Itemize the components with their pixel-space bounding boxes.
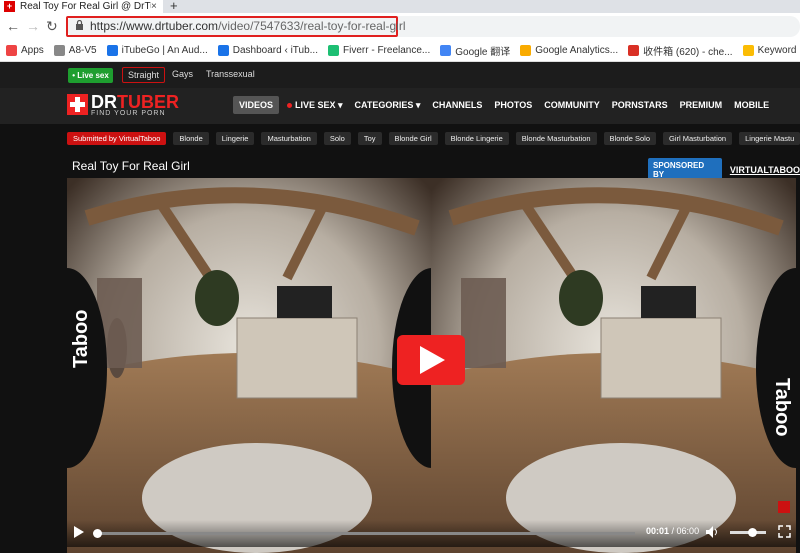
bookmark-label: Google Analytics... <box>535 45 619 56</box>
bookmark-item[interactable]: Dashboard ‹ iTub... <box>217 45 318 56</box>
category-tag[interactable]: Toy <box>357 132 382 145</box>
category-transsexual[interactable]: Transsexual <box>206 69 255 79</box>
bookmark-label: Keyword Planner... <box>757 45 800 56</box>
main-nav: VIDEOS LIVE SEX ▾ CATEGORIES ▾ CHANNELS … <box>233 96 781 114</box>
new-tab-button[interactable]: + <box>170 0 178 13</box>
back-icon[interactable]: ← <box>6 18 20 34</box>
category-tag[interactable]: Blonde Solo <box>603 132 656 145</box>
category-tag[interactable]: Lingerie Mastu <box>739 132 800 145</box>
lock-icon <box>76 20 83 30</box>
nav-live-sex[interactable]: LIVE SEX ▾ <box>287 100 343 111</box>
submitted-by-tag[interactable]: Submitted by VirtualTaboo <box>67 132 167 145</box>
logo-tuber: TUBER <box>117 92 179 112</box>
video-title: Real Toy For Real Girl <box>72 159 190 173</box>
live-sex-button[interactable]: • Live sex <box>68 68 113 83</box>
bookmark-label: iTubeGo | An Aud... <box>121 45 208 56</box>
category-straight[interactable]: Straight <box>122 67 166 83</box>
url-path: /video/7547633/real-toy-for-real-girl <box>218 19 406 33</box>
bookmark-item[interactable]: Google 翻译 <box>440 43 510 58</box>
bookmark-label: Apps <box>21 45 44 56</box>
category-gays[interactable]: Gays <box>172 69 193 79</box>
video-player[interactable]: Taboo Taboo <box>67 178 796 553</box>
bookmark-label: Fiverr - Freelance... <box>343 45 431 56</box>
logo-cross-icon <box>67 94 88 115</box>
bookmark-item[interactable]: Fiverr - Freelance... <box>328 45 430 56</box>
forward-icon[interactable]: → <box>26 18 40 34</box>
tab-bar: + Real Toy For Real Girl @ DrTu × + <box>0 0 800 13</box>
sponsor-link[interactable]: VIRTUALTABOO <box>730 165 800 175</box>
current-time: 00:01 <box>646 526 670 536</box>
nav-pornstars[interactable]: PORNSTARS <box>612 100 668 110</box>
site-header: DRTUBER FIND YOUR PORN VIDEOS LIVE SEX ▾… <box>0 88 800 124</box>
bookmark-item[interactable]: A8-V5 <box>53 45 97 56</box>
category-tag[interactable]: Blonde Masturbation <box>515 132 597 145</box>
bookmark-favicon-icon <box>217 45 229 56</box>
bookmark-label: A8-V5 <box>68 45 97 56</box>
bookmark-item[interactable]: Google Analytics... <box>520 45 618 56</box>
bookmark-favicon-icon <box>106 45 118 56</box>
category-tag[interactable]: Blonde <box>173 132 209 145</box>
category-tag[interactable]: Blonde Girl <box>388 132 438 145</box>
nav-mobile[interactable]: MOBILE <box>734 100 769 110</box>
video-frame: Taboo Taboo <box>67 178 796 553</box>
bookmark-favicon-icon <box>440 45 452 56</box>
nav-channels[interactable]: CHANNELS <box>432 100 482 110</box>
nav-categories[interactable]: CATEGORIES ▾ <box>355 100 421 111</box>
bookmark-item[interactable]: Keyword Planner... <box>742 45 800 56</box>
site-logo[interactable]: DRTUBER FIND YOUR PORN <box>67 92 179 117</box>
browser-tab[interactable]: + Real Toy For Real Girl @ DrTu × <box>0 0 163 13</box>
volume-icon[interactable] <box>705 525 719 539</box>
apps-grid-icon <box>6 45 17 56</box>
bookmarks-bar: Apps A8-V5 iTubeGo | An Aud... Dashboard ‹ … <box>0 40 800 62</box>
right-eye-view: Taboo <box>431 178 796 553</box>
browser-toolbar: ← → ↻ https://www.drtuber.com/video/7547… <box>0 13 800 40</box>
bookmark-label: 收件箱 (620) - che... <box>643 47 733 58</box>
play-control-icon[interactable] <box>73 526 85 538</box>
category-tag[interactable]: Masturbation <box>261 132 317 145</box>
bookmark-item[interactable]: Apps <box>6 45 44 56</box>
nav-community[interactable]: COMMUNITY <box>544 100 600 110</box>
left-watermark: Taboo <box>70 309 92 368</box>
bookmark-item[interactable]: iTubeGo | An Aud... <box>106 45 208 56</box>
top-strip: • Live sex Straight Gays Transsexual <box>0 62 800 88</box>
progress-bar[interactable] <box>92 529 635 538</box>
time-display: 00:01 / 06:00 <box>646 526 700 536</box>
bookmark-item[interactable]: 收件箱 (620) - che... <box>628 43 733 58</box>
category-tag[interactable]: Solo <box>323 132 351 145</box>
volume-slider[interactable] <box>730 528 766 537</box>
nav-live-sex-label: LIVE SEX ▾ <box>295 99 343 110</box>
drtuber-favicon-icon: + <box>4 1 15 12</box>
category-tag[interactable]: Girl Masturbation <box>663 132 733 145</box>
nav-premium[interactable]: PREMIUM <box>680 100 723 110</box>
bookmark-label: Dashboard ‹ iTub... <box>232 45 318 56</box>
tag-row: Submitted by VirtualTaboo Blonde Lingerie M… <box>67 132 800 146</box>
url-host: https://www.drtuber.com <box>90 19 219 33</box>
duration: 06:00 <box>676 526 700 536</box>
bookmark-favicon-icon <box>53 45 65 56</box>
bookmark-favicon-icon <box>742 45 754 56</box>
nav-photos[interactable]: PHOTOS <box>494 100 532 110</box>
category-tag[interactable]: Blonde Lingerie <box>444 132 509 145</box>
bookmark-favicon-icon <box>628 45 640 56</box>
report-icon[interactable] <box>778 501 790 513</box>
nav-videos[interactable]: VIDEOS <box>233 96 280 114</box>
live-dot-icon <box>287 102 293 108</box>
progress-knob[interactable] <box>92 529 102 538</box>
volume-knob[interactable] <box>747 528 757 537</box>
tab-title: Real Toy For Real Girl @ DrTu <box>20 1 151 12</box>
site-page: • Live sex Straight Gays Transsexual DRT… <box>0 62 800 553</box>
logo-dr: DR <box>91 92 117 112</box>
category-tag[interactable]: Lingerie <box>215 132 255 145</box>
right-watermark: Taboo <box>771 378 793 437</box>
bookmark-favicon-icon <box>328 45 339 56</box>
bookmark-label: Google 翻译 <box>455 47 511 58</box>
url-text[interactable]: https://www.drtuber.com/video/7547633/re… <box>90 19 406 33</box>
reload-icon[interactable]: ↻ <box>46 18 58 35</box>
tab-close-icon[interactable]: × <box>151 1 163 12</box>
bookmark-favicon-icon <box>520 45 532 56</box>
center-play-button[interactable] <box>397 335 465 385</box>
fullscreen-icon[interactable] <box>778 525 791 538</box>
